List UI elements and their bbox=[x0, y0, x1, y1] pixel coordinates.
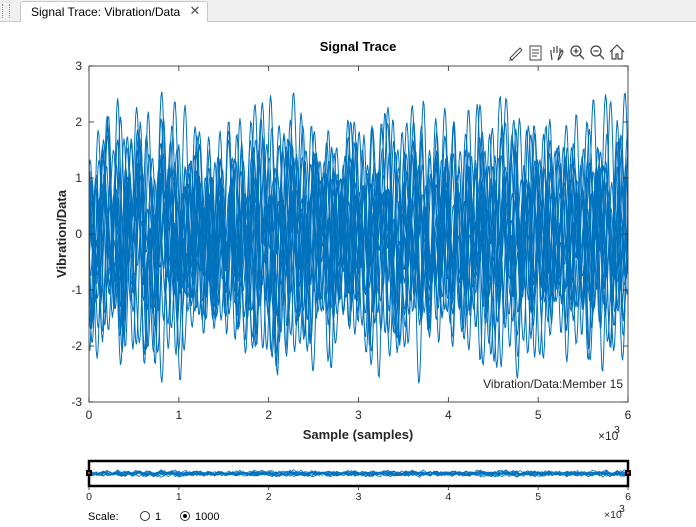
tab-signal-trace[interactable]: Signal Trace: Vibration/Data ✕ bbox=[20, 1, 208, 22]
overview-x-tick-label: 3 bbox=[356, 491, 362, 503]
overview-x-tick-label: 6 bbox=[625, 491, 631, 503]
y-tick-label: 2 bbox=[75, 115, 82, 129]
y-axis-label: Vibration/Data bbox=[54, 189, 69, 278]
x-tick-label: 6 bbox=[625, 408, 632, 422]
x-axis-label: Sample (samples) bbox=[303, 427, 414, 442]
data-tips-icon[interactable] bbox=[529, 45, 542, 61]
y-tick-label: 1 bbox=[75, 171, 82, 185]
y-tick-label: -2 bbox=[71, 339, 82, 353]
close-icon[interactable]: ✕ bbox=[188, 4, 202, 18]
overview-exponent-power: 3 bbox=[619, 503, 625, 515]
overview-x-tick-label: 2 bbox=[266, 491, 272, 503]
y-tick-label: -1 bbox=[71, 283, 82, 297]
x-tick-label: 3 bbox=[355, 408, 362, 422]
main-plot-axes[interactable]: 0 1 2 3 4 5 6 3 2 1 0 -1 -2 -3 Sample (samples) Vibr… bbox=[54, 59, 632, 443]
scale-radio-1000[interactable] bbox=[180, 511, 190, 521]
drag-grip-icon[interactable] bbox=[2, 4, 10, 18]
scale-radio-1[interactable] bbox=[140, 511, 150, 521]
y-tick-label: 3 bbox=[75, 59, 82, 73]
selection-handle-left-dot bbox=[88, 472, 90, 474]
overview-x-tick-label: 0 bbox=[86, 491, 92, 503]
plot-title: Signal Trace bbox=[320, 39, 397, 54]
home-icon[interactable] bbox=[609, 44, 625, 60]
x-tick-label: 0 bbox=[86, 408, 93, 422]
selection-handle-right-dot bbox=[627, 472, 629, 474]
overview-x-exponent: ×10 3 bbox=[604, 503, 625, 521]
overview-traces bbox=[89, 469, 628, 478]
y-tick-label: -3 bbox=[71, 395, 82, 409]
scale-option-1000-label: 1000 bbox=[195, 511, 220, 523]
zoom-in-icon[interactable] bbox=[570, 45, 585, 60]
trace-annotation: Vibration/Data:Member 15 bbox=[483, 377, 623, 391]
overview-x-tick-label: 4 bbox=[445, 491, 451, 503]
overview-panel[interactable]: 0 1 2 3 4 5 6 ×10 3 bbox=[86, 459, 631, 521]
x-exponent-power: 3 bbox=[614, 424, 620, 436]
scale-label: Scale: bbox=[88, 511, 119, 523]
pan-icon[interactable] bbox=[550, 46, 564, 61]
tab-strip: Signal Trace: Vibration/Data ✕ bbox=[0, 0, 696, 22]
overview-x-tick-label: 1 bbox=[176, 491, 182, 503]
tab-title: Signal Trace: Vibration/Data bbox=[31, 5, 181, 19]
zoom-out-icon[interactable] bbox=[590, 45, 605, 60]
overview-x-axis: 0 1 2 3 4 5 6 bbox=[86, 487, 631, 503]
x-tick-label: 1 bbox=[175, 408, 182, 422]
x-exponent: ×10 3 bbox=[598, 424, 620, 443]
figure-canvas: Signal Trace 0 1 2 3 4 5 6 3 2 1 0-1-2-3 Sample (… bbox=[54, 39, 632, 521]
x-tick-label: 4 bbox=[445, 408, 452, 422]
x-tick-label: 5 bbox=[535, 408, 542, 422]
brush-icon[interactable] bbox=[509, 47, 523, 61]
overview-x-tick-label: 5 bbox=[535, 491, 541, 503]
x-tick-label: 2 bbox=[265, 408, 272, 422]
axes-toolbar bbox=[509, 44, 625, 61]
scale-option-1-label: 1 bbox=[155, 511, 162, 523]
y-tick-label: 0 bbox=[75, 227, 82, 241]
